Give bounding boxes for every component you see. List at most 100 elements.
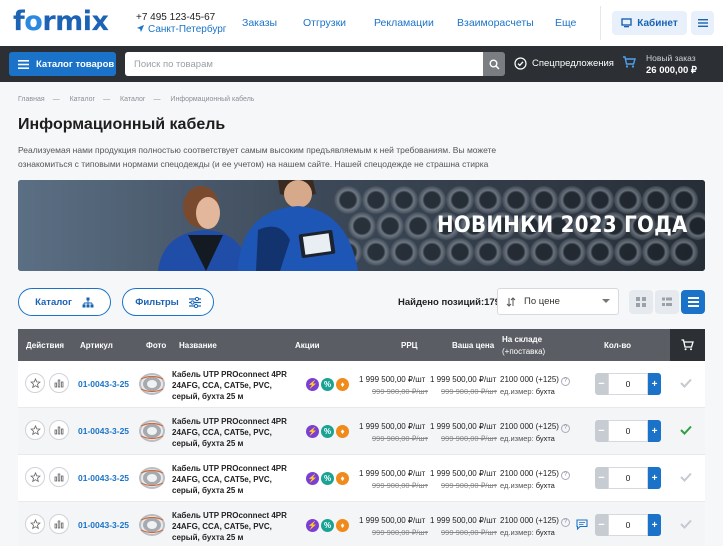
new-order-label[interactable]: Новый заказ (646, 53, 696, 63)
filters-button[interactable]: Фильтры (122, 288, 214, 316)
favorite-button[interactable] (25, 514, 45, 534)
product-photo[interactable] (138, 418, 166, 444)
cabinet-button[interactable]: Кабинет (612, 11, 687, 35)
increase-button[interactable]: + (648, 420, 661, 442)
nav-settlements[interactable]: Взаиморасчеты (457, 17, 534, 29)
col-name[interactable]: Название (179, 341, 217, 350)
promo-flame-icon[interactable]: ♦ (336, 519, 349, 532)
nav-orders[interactable]: Заказы (242, 17, 277, 29)
quantity-input[interactable] (608, 514, 648, 536)
crumb-catalog[interactable]: Каталог (70, 96, 95, 103)
promo-flame-icon[interactable]: ♦ (336, 425, 349, 438)
decrease-button[interactable]: − (595, 420, 608, 442)
col-actions: Действия (26, 341, 65, 350)
promo-percent-icon[interactable]: % (321, 378, 334, 391)
add-to-cart-check-icon[interactable] (680, 378, 692, 388)
table-rows-icon (687, 297, 699, 307)
quantity-input[interactable] (608, 373, 648, 395)
product-photo[interactable] (138, 512, 166, 538)
product-sku[interactable]: 01-0043-3-25 (78, 473, 129, 483)
compare-button[interactable] (49, 467, 69, 487)
promo-lightning-icon[interactable]: ⚡ (306, 519, 319, 532)
your-old-price: 999 900,00 ₽/шт (441, 434, 497, 443)
col-sku[interactable]: Артикул (80, 341, 113, 350)
chevron-down-icon (602, 299, 610, 303)
catalog-button[interactable]: Каталог товаров (9, 52, 116, 76)
logo[interactable]: formix (13, 6, 109, 37)
special-offers-link[interactable]: Спецпредложения (514, 57, 614, 70)
promo-lightning-icon[interactable]: ⚡ (306, 472, 319, 485)
quantity-input[interactable] (608, 467, 648, 489)
promo-lightning-icon[interactable]: ⚡ (306, 425, 319, 438)
hamburger-icon (18, 59, 29, 69)
col-stock[interactable]: На складе (502, 335, 542, 344)
add-to-cart-check-icon[interactable] (680, 472, 692, 482)
increase-button[interactable]: + (648, 467, 661, 489)
info-icon[interactable]: ? (560, 471, 570, 480)
search-button[interactable] (483, 52, 505, 76)
promo-flame-icon[interactable]: ♦ (336, 378, 349, 391)
nav-complaints[interactable]: Рекламации (374, 17, 434, 29)
search-icon (489, 59, 500, 70)
sort-select[interactable]: По цене (497, 288, 619, 315)
phone-number[interactable]: +7 495 123-45-67 (136, 12, 215, 23)
star-icon (29, 424, 41, 435)
product-photo[interactable] (138, 371, 166, 397)
info-icon[interactable]: ? (560, 518, 570, 527)
view-grid-button[interactable] (629, 290, 653, 314)
city-selector[interactable]: Санкт-Петербург (136, 24, 226, 35)
product-sku[interactable]: 01-0043-3-25 (78, 520, 129, 530)
add-to-cart-check-icon[interactable] (680, 425, 692, 435)
nav-more[interactable]: Еще (555, 17, 576, 29)
product-name[interactable]: Кабель UTP PROconnect 4PR 24AFG, CCA, CA… (172, 463, 297, 496)
promo-percent-icon[interactable]: % (321, 519, 334, 532)
bar-chart-icon (54, 379, 64, 388)
promo-flame-icon[interactable]: ♦ (336, 472, 349, 485)
info-icon[interactable]: ? (560, 377, 570, 386)
increase-button[interactable]: + (648, 514, 661, 536)
crumb-catalog[interactable]: Каталог (120, 96, 145, 103)
cart-icon[interactable] (622, 55, 636, 69)
col-your-price[interactable]: Ваша цена (452, 341, 494, 350)
nav-shipments[interactable]: Отгрузки (303, 17, 346, 29)
menu-button[interactable] (691, 11, 714, 35)
favorite-button[interactable] (25, 467, 45, 487)
compare-button[interactable] (49, 420, 69, 440)
decrease-button[interactable]: − (595, 373, 608, 395)
product-sku[interactable]: 01-0043-3-25 (78, 379, 129, 389)
decrease-button[interactable]: − (595, 514, 608, 536)
order-sum[interactable]: 26 000,00 ₽ (646, 65, 697, 76)
promo-lightning-icon[interactable]: ⚡ (306, 378, 319, 391)
view-list-button[interactable] (655, 290, 679, 314)
promo-banner[interactable]: НОВИНКИ 2023 ГОДА (18, 180, 705, 271)
unit-of-measure: ед.измер: бухта (500, 387, 555, 396)
catalog-filter-button[interactable]: Каталог (18, 288, 111, 316)
chat-icon[interactable] (576, 519, 588, 530)
stock-quantity: 2100 000 (+125)? (500, 469, 570, 480)
quantity-input[interactable] (608, 420, 648, 442)
product-name[interactable]: Кабель UTP PROconnect 4PR 24AFG, CCA, CA… (172, 510, 297, 543)
table-row: 01-0043-3-25 Кабель UTP PROconnect 4PR 2… (18, 408, 705, 455)
search-input[interactable] (125, 52, 483, 76)
compare-button[interactable] (49, 514, 69, 534)
rrp-price: 1 999 500,00 ₽/шт (359, 422, 426, 431)
your-price: 1 999 500,00 ₽/шт (430, 516, 497, 525)
product-sku[interactable]: 01-0043-3-25 (78, 426, 129, 436)
view-table-button[interactable] (681, 290, 705, 314)
add-to-cart-check-icon[interactable] (680, 519, 692, 529)
favorite-button[interactable] (25, 373, 45, 393)
quantity-stepper: − + (595, 373, 661, 395)
product-name[interactable]: Кабель UTP PROconnect 4PR 24AFG, CCA, CA… (172, 416, 297, 449)
product-name[interactable]: Кабель UTP PROconnect 4PR 24AFG, CCA, CA… (172, 369, 297, 402)
compare-button[interactable] (49, 373, 69, 393)
crumb-home[interactable]: Главная (18, 96, 45, 103)
hamburger-icon (697, 19, 708, 27)
product-photo[interactable] (138, 465, 166, 491)
col-rrp[interactable]: РРЦ (401, 341, 418, 350)
increase-button[interactable]: + (648, 373, 661, 395)
info-icon[interactable]: ? (560, 424, 570, 433)
promo-percent-icon[interactable]: % (321, 472, 334, 485)
decrease-button[interactable]: − (595, 467, 608, 489)
favorite-button[interactable] (25, 420, 45, 440)
promo-percent-icon[interactable]: % (321, 425, 334, 438)
